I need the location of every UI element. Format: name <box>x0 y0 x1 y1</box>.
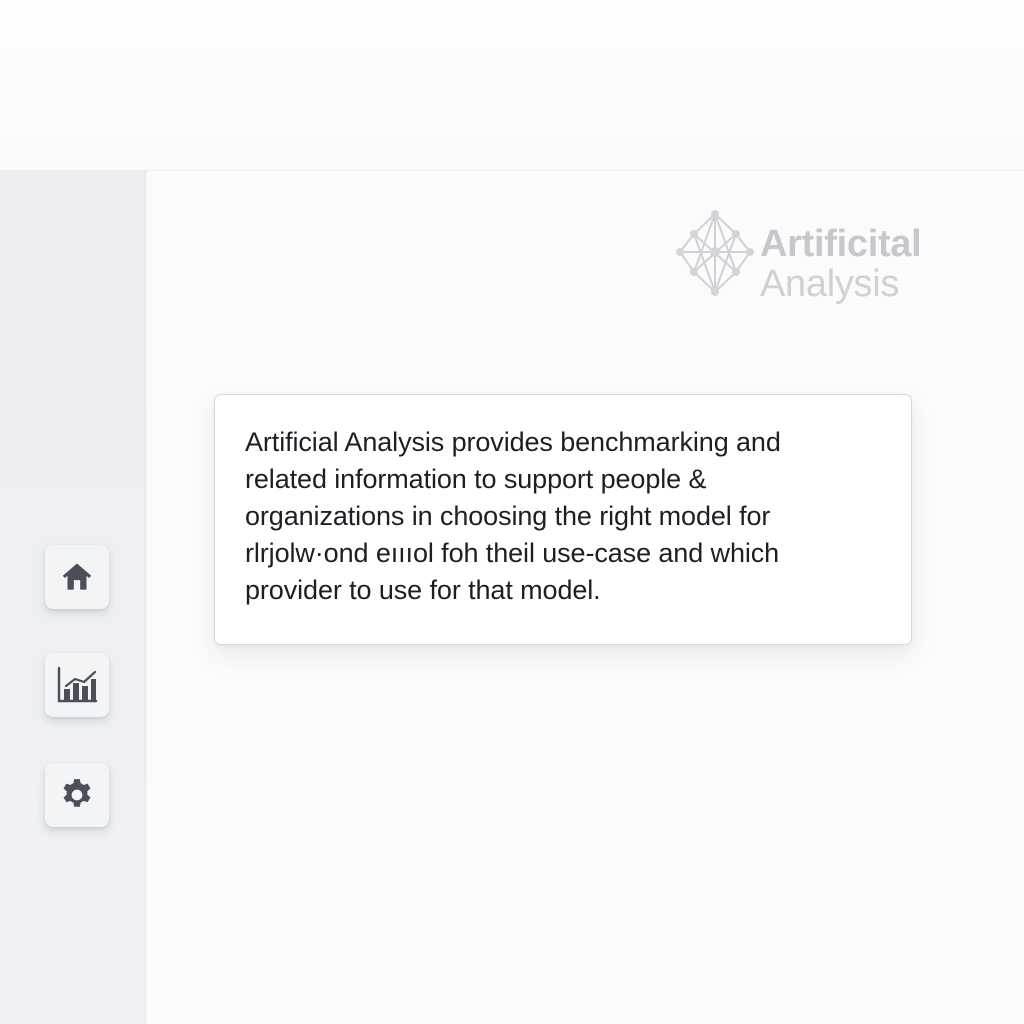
info-card-line-4: rlrjolw·ond eıııol foh theil use-case an… <box>245 538 780 568</box>
home-icon <box>58 558 96 596</box>
gear-icon <box>58 776 96 814</box>
sidebar <box>0 170 146 1024</box>
sidebar-item-settings[interactable] <box>45 763 109 827</box>
info-card-line-2: related information to support people & <box>245 464 707 494</box>
brand-name-line2: Analysis <box>760 263 900 305</box>
sidebar-item-chart[interactable] <box>45 653 109 717</box>
info-card: Artificial Analysis provides benchmarkin… <box>214 394 912 645</box>
info-card-line-5: provider to use for that model. <box>245 575 601 605</box>
info-card-text: Artificial Analysis provides benchmarkin… <box>245 424 883 609</box>
network-logo-icon <box>676 210 754 296</box>
top-blank-area <box>0 0 1024 170</box>
bar-chart-icon <box>54 664 100 706</box>
sidebar-item-home[interactable] <box>45 545 109 609</box>
info-card-line-3: organizations in choosing the right mode… <box>245 501 771 531</box>
info-card-line-1: Artificial Analysis provides benchmarkin… <box>245 427 781 457</box>
brand-name-line1: Artificital <box>760 223 922 265</box>
app-window: Artificital Analysis Artificial Analysis… <box>0 0 1024 1024</box>
brand-logo: Artificital Analysis <box>676 210 966 304</box>
